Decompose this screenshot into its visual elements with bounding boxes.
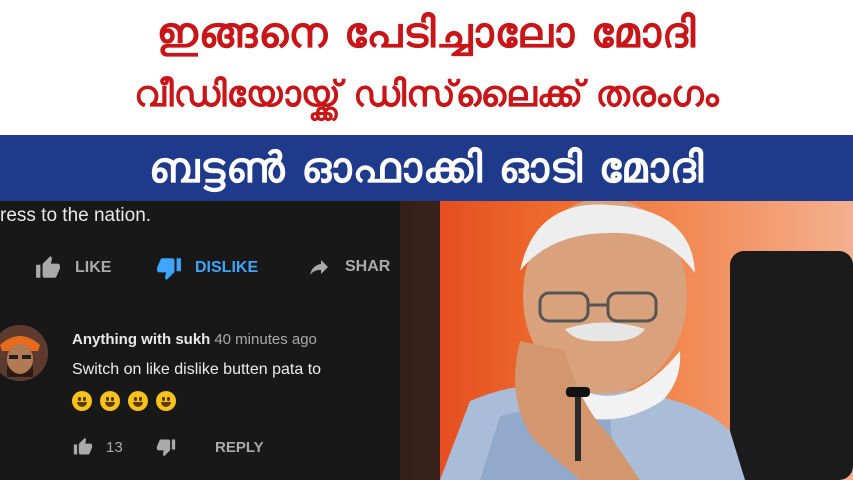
dislike-button[interactable]: DISLIKE [155, 255, 258, 281]
grinning-face-icon [128, 391, 148, 411]
comment-action-bar: 13 REPLY [72, 437, 392, 461]
comment-like-button[interactable]: 13 [72, 437, 123, 457]
comment-time[interactable]: 40 minutes ago [214, 331, 317, 348]
grinning-face-icon [72, 391, 92, 411]
comment-author[interactable]: Anything with sukh 40 minutes ago [72, 331, 317, 348]
reply-button[interactable]: REPLY [215, 439, 264, 456]
video-action-bar: LIKE DISLIKE SHAR [0, 255, 400, 285]
comment-emojis [72, 391, 176, 411]
youtube-panel: ress to the nation. LIKE DISLIKE SHAR An… [0, 201, 400, 480]
share-label: SHAR [345, 258, 391, 275]
like-button[interactable]: LIKE [33, 255, 111, 281]
comment: Anything with sukh 40 minutes ago Switch … [0, 319, 400, 479]
headline-line-1: ഇങ്ങനെ പേടിച്ചാലോ മോദി [156, 8, 697, 57]
avatar[interactable] [0, 325, 48, 381]
video-description: ress to the nation. [0, 205, 152, 226]
share-button[interactable]: SHAR [305, 255, 390, 279]
comment-text: Switch on like dislike butten pata to [72, 361, 322, 378]
man-thinking-illustration [400, 201, 853, 480]
thumbs-down-icon [157, 258, 181, 280]
comment-dislike-button[interactable] [155, 437, 177, 461]
comment-like-count: 13 [106, 438, 123, 456]
like-label: LIKE [75, 259, 112, 276]
comment-author-name[interactable]: Anything with sukh [72, 331, 210, 348]
headline-line-3: ബട്ടൺ ഓഫാക്കി ഓടി മോദി [148, 143, 705, 192]
grinning-face-icon [156, 391, 176, 411]
headline-line-2: വീഡിയോയ്ക്ക് ഡിസ്‌ലൈക്ക് തരംഗം [134, 74, 719, 115]
dislike-label: DISLIKE [195, 259, 259, 276]
grinning-face-icon [100, 391, 120, 411]
thumbs-up-icon [36, 256, 60, 278]
share-arrow-icon [310, 260, 328, 275]
photo-man-thinking [400, 201, 853, 480]
thumbs-up-icon [73, 437, 93, 455]
thumbs-down-icon [156, 439, 176, 457]
